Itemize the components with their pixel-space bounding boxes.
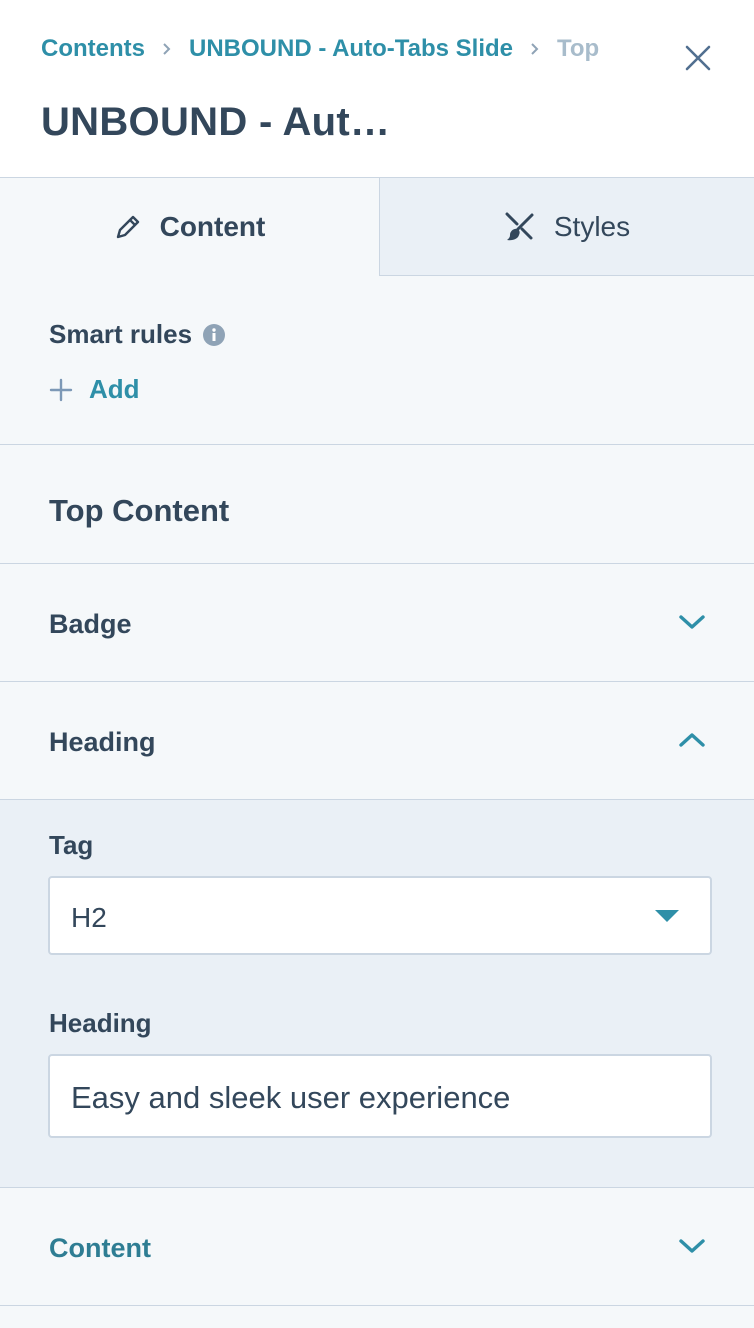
- section-title: Top Content: [49, 493, 230, 528]
- tab-content[interactable]: Content: [0, 178, 380, 276]
- breadcrumb: Contents UNBOUND - Auto-Tabs Slide Top: [41, 35, 599, 63]
- heading-text-input[interactable]: Easy and sleek user experience: [48, 1054, 712, 1138]
- tag-field-label: Tag: [49, 830, 94, 860]
- pencil-icon: [116, 215, 139, 239]
- add-smart-rule-button[interactable]: Add: [49, 374, 140, 405]
- accordion-heading-label: Heading: [49, 727, 156, 757]
- add-label: Add: [89, 374, 140, 404]
- heading-text-value: Easy and sleek user experience: [71, 1080, 511, 1115]
- section-top-content: Top Content: [0, 445, 754, 564]
- heading-fields-panel: Tag H2 Heading Easy and sleek user exper…: [0, 800, 754, 1188]
- breadcrumb-contents-link[interactable]: Contents: [41, 35, 145, 63]
- accordion-badge[interactable]: Badge: [0, 564, 754, 682]
- tag-select-value: H2: [71, 902, 107, 933]
- tab-styles-label: Styles: [553, 210, 631, 242]
- smart-rules-title: Smart rules: [49, 319, 193, 349]
- accordion-badge-label: Badge: [49, 609, 132, 639]
- tag-select[interactable]: H2: [48, 876, 712, 955]
- caret-down-icon: [655, 910, 679, 922]
- tab-styles[interactable]: Styles: [380, 178, 754, 276]
- page-title: UNBOUND - Aut…: [41, 100, 391, 144]
- brush-icon: [505, 212, 534, 240]
- accordion-heading[interactable]: Heading: [0, 682, 754, 800]
- smart-rules-section: Smart rules Add: [0, 276, 754, 445]
- accordion-content-label: Content: [49, 1233, 151, 1263]
- breadcrumb-current: Top: [557, 35, 600, 62]
- panel-header: Contents UNBOUND - Auto-Tabs Slide Top U…: [0, 0, 754, 178]
- breadcrumb-module-link[interactable]: UNBOUND - Auto-Tabs Slide: [189, 35, 513, 63]
- close-icon: [685, 45, 711, 71]
- heading-field-label: Heading: [49, 1008, 152, 1038]
- accordion-content[interactable]: Content: [0, 1188, 754, 1306]
- info-icon[interactable]: [202, 323, 226, 347]
- close-button[interactable]: [680, 40, 716, 76]
- smart-rules-label: Smart rules: [49, 319, 226, 350]
- chevron-down-icon: [679, 1239, 705, 1253]
- chevron-up-icon: [679, 733, 705, 747]
- chevron-down-icon: [679, 615, 705, 629]
- plus-icon: [49, 378, 73, 401]
- tab-bar: Content Styles: [0, 178, 754, 276]
- tab-content-label: Content: [159, 211, 266, 242]
- chevron-right-icon: [161, 42, 173, 56]
- chevron-right-icon: [529, 42, 541, 56]
